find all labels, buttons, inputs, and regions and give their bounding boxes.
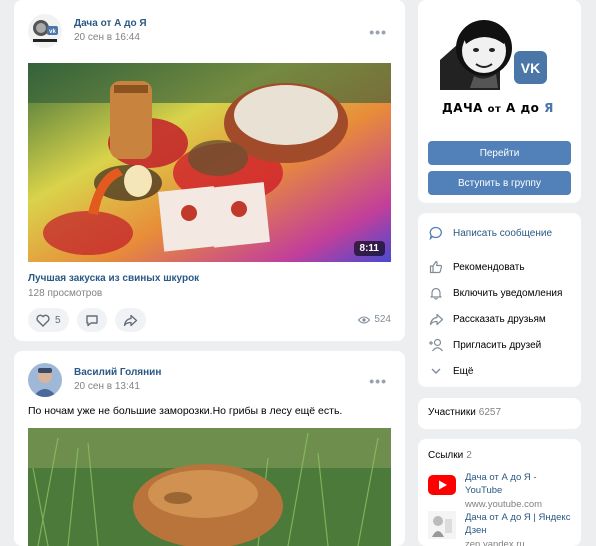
user-avatar[interactable] (28, 363, 62, 397)
more-icon[interactable]: ••• (369, 24, 387, 40)
svg-text:VK: VK (521, 60, 540, 76)
group-actions-menu: Написать сообщение Рекомендовать Включит… (418, 213, 581, 387)
menu-item-tell-friends[interactable]: Рассказать друзьям (428, 311, 546, 327)
links-header[interactable]: Ссылки 2 (428, 450, 472, 461)
post-card: Василий Голянин 20 сен в 13:41 ••• По но… (14, 351, 405, 546)
message-icon (428, 225, 444, 241)
menu-item-label: Включить уведомления (453, 287, 563, 299)
video-thumbnail[interactable]: 8:11 (28, 63, 391, 262)
duration-text: 8:11 (359, 243, 379, 254)
menu-item-label: Пригласить друзей (453, 339, 542, 351)
thumbs-up-icon (428, 259, 444, 275)
members-count: 6257 (478, 407, 502, 418)
video-title[interactable]: Лучшая закуска из свиных шкурок (28, 273, 199, 284)
comment-icon (85, 314, 98, 326)
menu-item-more[interactable]: Ещё (428, 363, 473, 379)
more-icon[interactable]: ••• (369, 373, 387, 389)
menu-item-recommend[interactable]: Рекомендовать (428, 259, 525, 275)
menu-item-label: Написать сообщение (453, 227, 553, 239)
page: vk Дача от А до Я 20 сен в 16:44 ••• 8:1… (0, 0, 596, 546)
menu-item-label: Ещё (453, 365, 474, 377)
share-button[interactable] (114, 308, 146, 332)
members-card[interactable]: Участники 6257 (418, 398, 581, 429)
logo-word-a-do: А до (506, 101, 540, 115)
views-count: 524 (374, 314, 391, 325)
go-button[interactable]: Перейти (428, 141, 571, 165)
post-date[interactable]: 20 сен в 13:41 (74, 380, 161, 394)
post-author[interactable]: Дача от А до Я (74, 17, 147, 31)
links-label: Ссылки (428, 450, 464, 461)
menu-item-invite-friends[interactable]: Пригласить друзей (428, 337, 541, 353)
youtube-icon (428, 471, 456, 499)
share-icon (123, 314, 137, 326)
link-title[interactable]: Дача от А до Я - YouTube (465, 471, 573, 497)
video-views: 128 просмотров (28, 288, 103, 299)
like-count: 5 (55, 314, 61, 326)
logo-word-dacha: ДАЧА (442, 101, 483, 115)
members-label: Участники (428, 407, 476, 418)
post-text: По ночам уже не большие заморозки.Но гри… (28, 405, 343, 417)
bell-icon (428, 285, 444, 301)
post-header: vk Дача от А до Я 20 сен в 16:44 (28, 14, 147, 48)
group-logo-text: ДАЧА от А до Я (442, 101, 554, 115)
post-author[interactable]: Василий Голянин (74, 366, 161, 380)
post-card: vk Дача от А до Я 20 сен в 16:44 ••• 8:1… (14, 0, 405, 341)
add-user-icon (428, 337, 444, 353)
chevron-down-icon (428, 363, 444, 379)
link-item-youtube[interactable]: Дача от А до Я - YouTube www.youtube.com (428, 471, 573, 511)
links-count: 2 (466, 450, 472, 461)
post-photo[interactable] (28, 428, 391, 546)
link-url: www.youtube.com (465, 499, 543, 510)
logo-word-ya: Я (544, 101, 554, 115)
links-card: Ссылки 2 Дача от А до Я - YouTube www.you… (418, 439, 581, 546)
heart-icon (36, 314, 50, 327)
menu-item-label: Рекомендовать (453, 261, 525, 273)
post-actions: 5 (28, 308, 154, 332)
share-icon (428, 311, 444, 327)
views-counter: 524 (358, 314, 391, 325)
comment-button[interactable] (76, 308, 107, 332)
link-item-zen[interactable]: Дача от А до Я | Яндекс Дзен zen.yandex.… (428, 511, 573, 546)
zen-icon (428, 511, 456, 539)
logo-word-ot: от (487, 104, 502, 115)
link-url: zen.yandex.ru (465, 539, 525, 546)
post-date[interactable]: 20 сен в 16:44 (74, 31, 147, 45)
menu-item-label: Рассказать друзьям (453, 313, 546, 325)
join-group-button[interactable]: Вступить в группу (428, 171, 571, 195)
members-line: Участники 6257 (428, 407, 501, 418)
video-duration: 8:11 (353, 241, 385, 256)
post-header: Василий Голянин 20 сен в 13:41 (28, 363, 161, 397)
group-avatar[interactable]: vk (28, 14, 62, 48)
like-button[interactable]: 5 (28, 308, 69, 332)
menu-item-notifications[interactable]: Включить уведомления (428, 285, 562, 301)
menu-item-write-message[interactable]: Написать сообщение (428, 225, 552, 241)
eye-icon (358, 315, 371, 324)
svg-text:vk: vk (49, 29, 56, 35)
link-title[interactable]: Дача от А до Я | Яндекс Дзен (465, 511, 573, 537)
group-card: VK ДАЧА от А до Я Перейти Вступить в гру… (418, 0, 581, 203)
